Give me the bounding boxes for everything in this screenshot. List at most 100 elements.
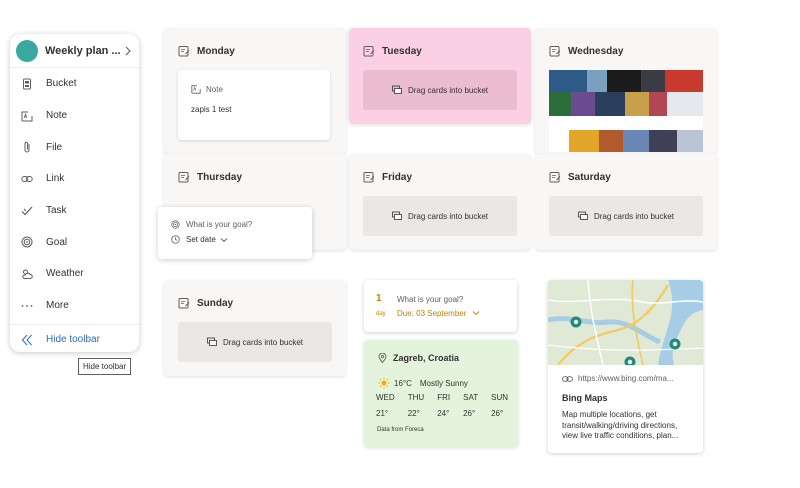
cards-icon: [392, 211, 402, 220]
bucket-header: Wednesday: [549, 42, 717, 60]
forecast-day-name: FRI: [437, 393, 451, 402]
bucket-monday[interactable]: Monday Note zapis 1 test: [164, 28, 346, 154]
weather-source: Data from Foreca: [377, 427, 424, 433]
drop-zone-label: Drag cards into bucket: [407, 211, 489, 221]
forecast-day: THU 22°: [408, 393, 424, 418]
weather-location: Zagreb, Croatia: [378, 353, 459, 363]
bucket-title: Friday: [382, 171, 413, 183]
goal-days-count: 1: [376, 293, 382, 304]
map-preview-image: [548, 280, 703, 365]
chevron-down-icon: [472, 311, 479, 316]
set-date-label: Set date: [186, 235, 216, 244]
location-pin-icon: [378, 353, 387, 363]
toolbar-item-goal[interactable]: Goal: [10, 226, 139, 258]
toolbar-item-label: Note: [46, 110, 68, 122]
toolbar-item-file[interactable]: File: [10, 131, 139, 163]
note-card-label: Note: [206, 84, 223, 94]
bucket-title: Monday: [197, 45, 235, 57]
weather-card[interactable]: Zagreb, Croatia 16°C Mostly Sunny WED 21…: [364, 340, 518, 447]
bucket-wednesday[interactable]: Wednesday: [535, 28, 717, 154]
weather-forecast: WED 21° THU 22° FRI 24° SAT 26° SUN 26°: [376, 393, 508, 418]
goal-question: What is your goal?: [397, 295, 464, 304]
forecast-day: SAT 26°: [463, 393, 478, 418]
toolbar-item-label: More: [46, 300, 69, 312]
bucket-note-icon: [549, 46, 561, 57]
toolbar-item-task[interactable]: Task: [10, 195, 139, 227]
note-icon: [21, 111, 33, 122]
weather-current-temp: 16°C: [394, 378, 412, 388]
forecast-day-name: THU: [407, 393, 425, 402]
goal-question-row[interactable]: What is your goal?: [171, 220, 312, 229]
forecast-day: WED 21°: [376, 393, 395, 418]
bucket-header: Thursday: [178, 168, 346, 186]
bucket-note-icon: [549, 172, 561, 183]
bucket-saturday[interactable]: Saturday Drag cards into bucket: [535, 154, 717, 250]
forecast-day-temp: 26°: [491, 409, 504, 418]
bucket-title: Thursday: [197, 171, 243, 183]
drop-zone[interactable]: Drag cards into bucket: [549, 196, 703, 236]
bucket-note-icon: [178, 298, 190, 309]
forecast-day: SUN 26°: [491, 393, 508, 418]
cards-icon: [392, 85, 402, 94]
goal-days-unit: day: [376, 311, 386, 317]
toolbar-item-label: Bucket: [46, 78, 77, 90]
toolbar-item-weather[interactable]: Weather: [10, 258, 139, 290]
bucket-header: Friday: [363, 168, 531, 186]
bucket-icon: [23, 78, 31, 90]
cloud-sun-icon: [22, 269, 33, 279]
link-url[interactable]: https://www.bing.com/ma...: [562, 374, 674, 383]
bucket-header: Saturday: [549, 168, 717, 186]
bucket-note-icon: [363, 46, 375, 57]
toolbar-item-label: Task: [46, 205, 67, 217]
hide-toolbar-label: Hide toolbar: [46, 334, 100, 345]
bucket-sunday[interactable]: Sunday Drag cards into bucket: [164, 280, 346, 376]
toolbar-item-more[interactable]: More: [10, 290, 139, 322]
toolbar-item-link[interactable]: Link: [10, 163, 139, 195]
plan-avatar: [16, 39, 38, 62]
forecast-day-temp: 22°: [407, 409, 420, 418]
image-collage-card[interactable]: [549, 70, 703, 152]
target-icon: [171, 220, 180, 229]
goal-due-date[interactable]: Due: 03 September: [397, 309, 480, 318]
toolbar-item-note[interactable]: Note: [10, 100, 139, 132]
bucket-header: Tuesday: [363, 42, 531, 60]
bucket-tuesday[interactable]: Tuesday Drag cards into bucket: [349, 28, 531, 124]
bucket-title: Saturday: [568, 171, 611, 183]
link-url-label: https://www.bing.com/ma...: [578, 374, 674, 383]
set-date-button[interactable]: Set date: [171, 235, 312, 244]
forecast-day-temp: 24°: [437, 409, 450, 418]
forecast-day-temp: 26°: [463, 409, 476, 418]
ellipsis-icon: [21, 304, 33, 307]
drop-zone[interactable]: Drag cards into bucket: [363, 70, 517, 110]
weather-location-label: Zagreb, Croatia: [393, 353, 460, 363]
goal-card[interactable]: 1 day What is your goal? Due: 03 Septemb…: [364, 280, 517, 332]
drop-zone-label: Drag cards into bucket: [407, 85, 489, 95]
toolbar-item-label: Weather: [46, 268, 84, 280]
link-icon: [562, 375, 573, 382]
hide-toolbar-button[interactable]: Hide toolbar: [10, 325, 139, 355]
goal-due-label: Due: 03 September: [397, 309, 467, 318]
bucket-title: Wednesday: [568, 45, 624, 57]
board-toolbar: Weekly plan ... Bucket Note File Link Ta…: [10, 34, 139, 352]
note-card-text: zapis 1 test: [191, 105, 232, 114]
plan-header[interactable]: Weekly plan ...: [10, 34, 139, 68]
drop-zone-label: Drag cards into bucket: [222, 337, 304, 347]
cards-icon: [207, 337, 217, 346]
toolbar-item-bucket[interactable]: Bucket: [10, 68, 139, 100]
double-chevron-left-icon: [21, 334, 32, 345]
sun-icon: [378, 377, 390, 389]
goal-card-dragging[interactable]: What is your goal? Set date: [158, 207, 312, 259]
toolbar-item-label: Goal: [46, 236, 68, 248]
clock-icon: [171, 235, 180, 244]
bucket-title: Sunday: [197, 297, 234, 309]
drop-zone[interactable]: Drag cards into bucket: [178, 322, 332, 362]
chevron-right-icon: [125, 46, 131, 55]
link-card-bing-maps[interactable]: https://www.bing.com/ma... Bing Maps Map…: [548, 280, 703, 453]
bucket-friday[interactable]: Friday Drag cards into bucket: [349, 154, 531, 250]
note-card-header: Note: [191, 84, 330, 94]
drop-zone[interactable]: Drag cards into bucket: [363, 196, 517, 236]
note-card[interactable]: Note zapis 1 test: [178, 70, 330, 140]
drop-zone-label: Drag cards into bucket: [593, 211, 675, 221]
bucket-title: Tuesday: [382, 45, 422, 57]
toolbar-item-label: Link: [46, 173, 65, 185]
